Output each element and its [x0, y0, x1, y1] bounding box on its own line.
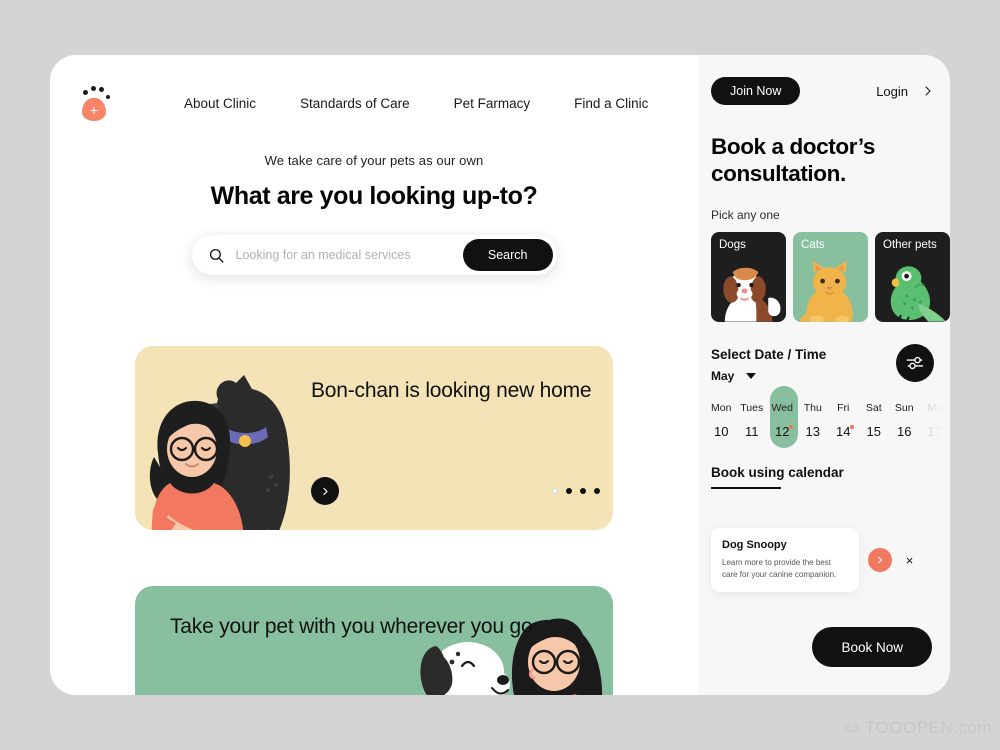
book-using-calendar-underline	[711, 487, 781, 489]
day-name: Wed	[771, 402, 793, 414]
search-icon	[209, 248, 224, 263]
day-number: 11	[745, 424, 759, 439]
day-option-sun-16[interactable]: Sun 16	[889, 392, 920, 452]
day-number: 16	[897, 424, 912, 439]
promo-card-title: Bon-chan is looking new home	[311, 379, 592, 402]
carousel-dot[interactable]	[566, 488, 572, 494]
day-event-dot	[849, 425, 854, 429]
day-option-thu-13[interactable]: Thu 13	[798, 392, 829, 452]
day-option-sat-15[interactable]: Sat 15	[859, 392, 890, 452]
day-event-dot	[788, 425, 793, 429]
filter-settings-button[interactable]	[896, 344, 934, 382]
plus-icon: +	[89, 102, 99, 118]
select-date-time-title: Select Date / Time	[711, 347, 827, 362]
toopen-logo-icon	[844, 723, 859, 732]
main-content: + About Clinic Standards of Care Pet Far…	[50, 55, 698, 695]
day-option-tues-11[interactable]: Tues 11	[737, 392, 768, 452]
search-button[interactable]: Search	[462, 239, 553, 271]
hero-eyebrow: We take care of your pets as our own	[264, 153, 484, 168]
carousel-dot[interactable]	[552, 488, 558, 494]
sliders-filter-icon	[906, 356, 924, 370]
girl-hugging-black-dog-illustration	[149, 375, 290, 530]
promo-card-title: Take your pet with you wherever you go	[170, 615, 533, 638]
pet-option-label: Other pets	[883, 239, 937, 251]
booking-panel: Join Now Login Book a doctor’s consultat…	[698, 55, 950, 695]
caret-down-icon	[746, 373, 757, 379]
watermark-text: TOOOPEN.com	[864, 718, 992, 737]
day-name: Thu	[803, 402, 822, 414]
login-label: Login	[876, 83, 908, 99]
month-label: May	[711, 369, 735, 383]
search-bar: Search	[191, 235, 557, 275]
day-number: 14	[836, 424, 851, 439]
paw-plus-icon[interactable]: +	[74, 84, 114, 124]
pick-any-one-label: Pick any one	[711, 208, 780, 222]
join-now-button[interactable]: Join Now	[711, 77, 801, 105]
carousel-dot[interactable]	[594, 488, 600, 494]
search-input[interactable]	[235, 248, 463, 262]
chevron-right-icon	[925, 86, 931, 96]
notification-close-button[interactable]: ×	[900, 551, 919, 570]
day-name: Sun	[894, 402, 914, 414]
hero-section: We take care of your pets as our own Wha…	[50, 153, 698, 275]
day-name: Tues	[740, 402, 764, 414]
day-option-fri-14[interactable]: Fri 14	[828, 392, 859, 452]
beagle-dog-icon	[723, 267, 781, 322]
promo-card-next-button[interactable]	[311, 477, 339, 505]
notification-row: Dog Snoopy Learn more to provide the bes…	[711, 528, 919, 593]
paw-toe	[91, 85, 96, 91]
chevron-right-icon	[322, 487, 328, 495]
nav-item-standards-of-care[interactable]: Standards of Care	[300, 96, 410, 111]
notification-body: Learn more to provide the best care for …	[722, 558, 837, 579]
nav-item-find-a-clinic[interactable]: Find a Clinic	[574, 96, 648, 111]
nav-item-about-clinic[interactable]: About Clinic	[184, 96, 256, 111]
login-link[interactable]: Login	[876, 84, 932, 99]
day-number: 10	[714, 424, 729, 439]
day-strip: Mon 10 Tues 11 Wed 12 Thu 13 Fri 14 Sat …	[706, 386, 951, 452]
pet-option-cats[interactable]: Cats	[793, 232, 868, 322]
paw-pad: +	[82, 97, 106, 121]
day-option-mon-17[interactable]: Mo 17	[920, 392, 951, 452]
promo-card-bon-chan[interactable]: Bon-chan is looking new home	[135, 346, 613, 530]
day-name: Fri	[837, 402, 850, 414]
day-number: 17	[927, 424, 942, 439]
paw-toe	[83, 89, 88, 95]
day-name: Mo	[927, 402, 943, 414]
pet-type-selector: Dogs Cats Other pets	[711, 232, 950, 322]
book-now-button[interactable]: Book Now	[812, 627, 932, 667]
promo-card-take-your-pet[interactable]: Take your pet with you wherever you go	[135, 586, 613, 695]
panel-header: Join Now Login	[698, 77, 950, 105]
pet-option-dogs[interactable]: Dogs	[711, 232, 786, 322]
panel-heading: Book a doctor’s consultation.	[711, 134, 876, 186]
day-option-mon-10[interactable]: Mon 10	[706, 392, 737, 452]
orange-cat-icon	[800, 260, 853, 322]
nav-links: About Clinic Standards of Care Pet Farma…	[184, 96, 648, 111]
day-name: Mon	[711, 402, 732, 414]
day-name: Sat	[865, 402, 882, 414]
app-window: + About Clinic Standards of Care Pet Far…	[50, 55, 950, 695]
chevron-right-icon	[878, 556, 882, 564]
top-navigation: + About Clinic Standards of Care Pet Far…	[50, 55, 698, 125]
page-title: What are you looking up-to?	[210, 182, 538, 210]
book-using-calendar-link[interactable]: Book using calendar	[711, 465, 844, 480]
screen-root: + About Clinic Standards of Care Pet Far…	[0, 0, 1000, 750]
paw-toe	[99, 86, 104, 92]
paw-toe	[106, 94, 110, 99]
pet-option-other-pets[interactable]: Other pets	[875, 232, 950, 322]
notification-next-button[interactable]	[868, 548, 892, 573]
pet-option-label: Dogs	[719, 239, 746, 251]
day-number: 15	[866, 424, 881, 439]
notification-title: Dog Snoopy	[722, 539, 787, 551]
pet-option-label: Cats	[801, 239, 825, 251]
day-number: 12	[775, 424, 790, 439]
carousel-dot[interactable]	[580, 488, 586, 494]
day-option-wed-12[interactable]: Wed 12	[767, 386, 798, 452]
carousel-dots[interactable]	[552, 488, 600, 494]
watermark: TOOOPEN.com	[844, 718, 992, 738]
notification-card[interactable]: Dog Snoopy Learn more to provide the bes…	[711, 528, 859, 593]
day-number: 13	[805, 424, 820, 439]
green-parrot-icon	[890, 266, 947, 322]
nav-item-pet-farmacy[interactable]: Pet Farmacy	[454, 96, 531, 111]
